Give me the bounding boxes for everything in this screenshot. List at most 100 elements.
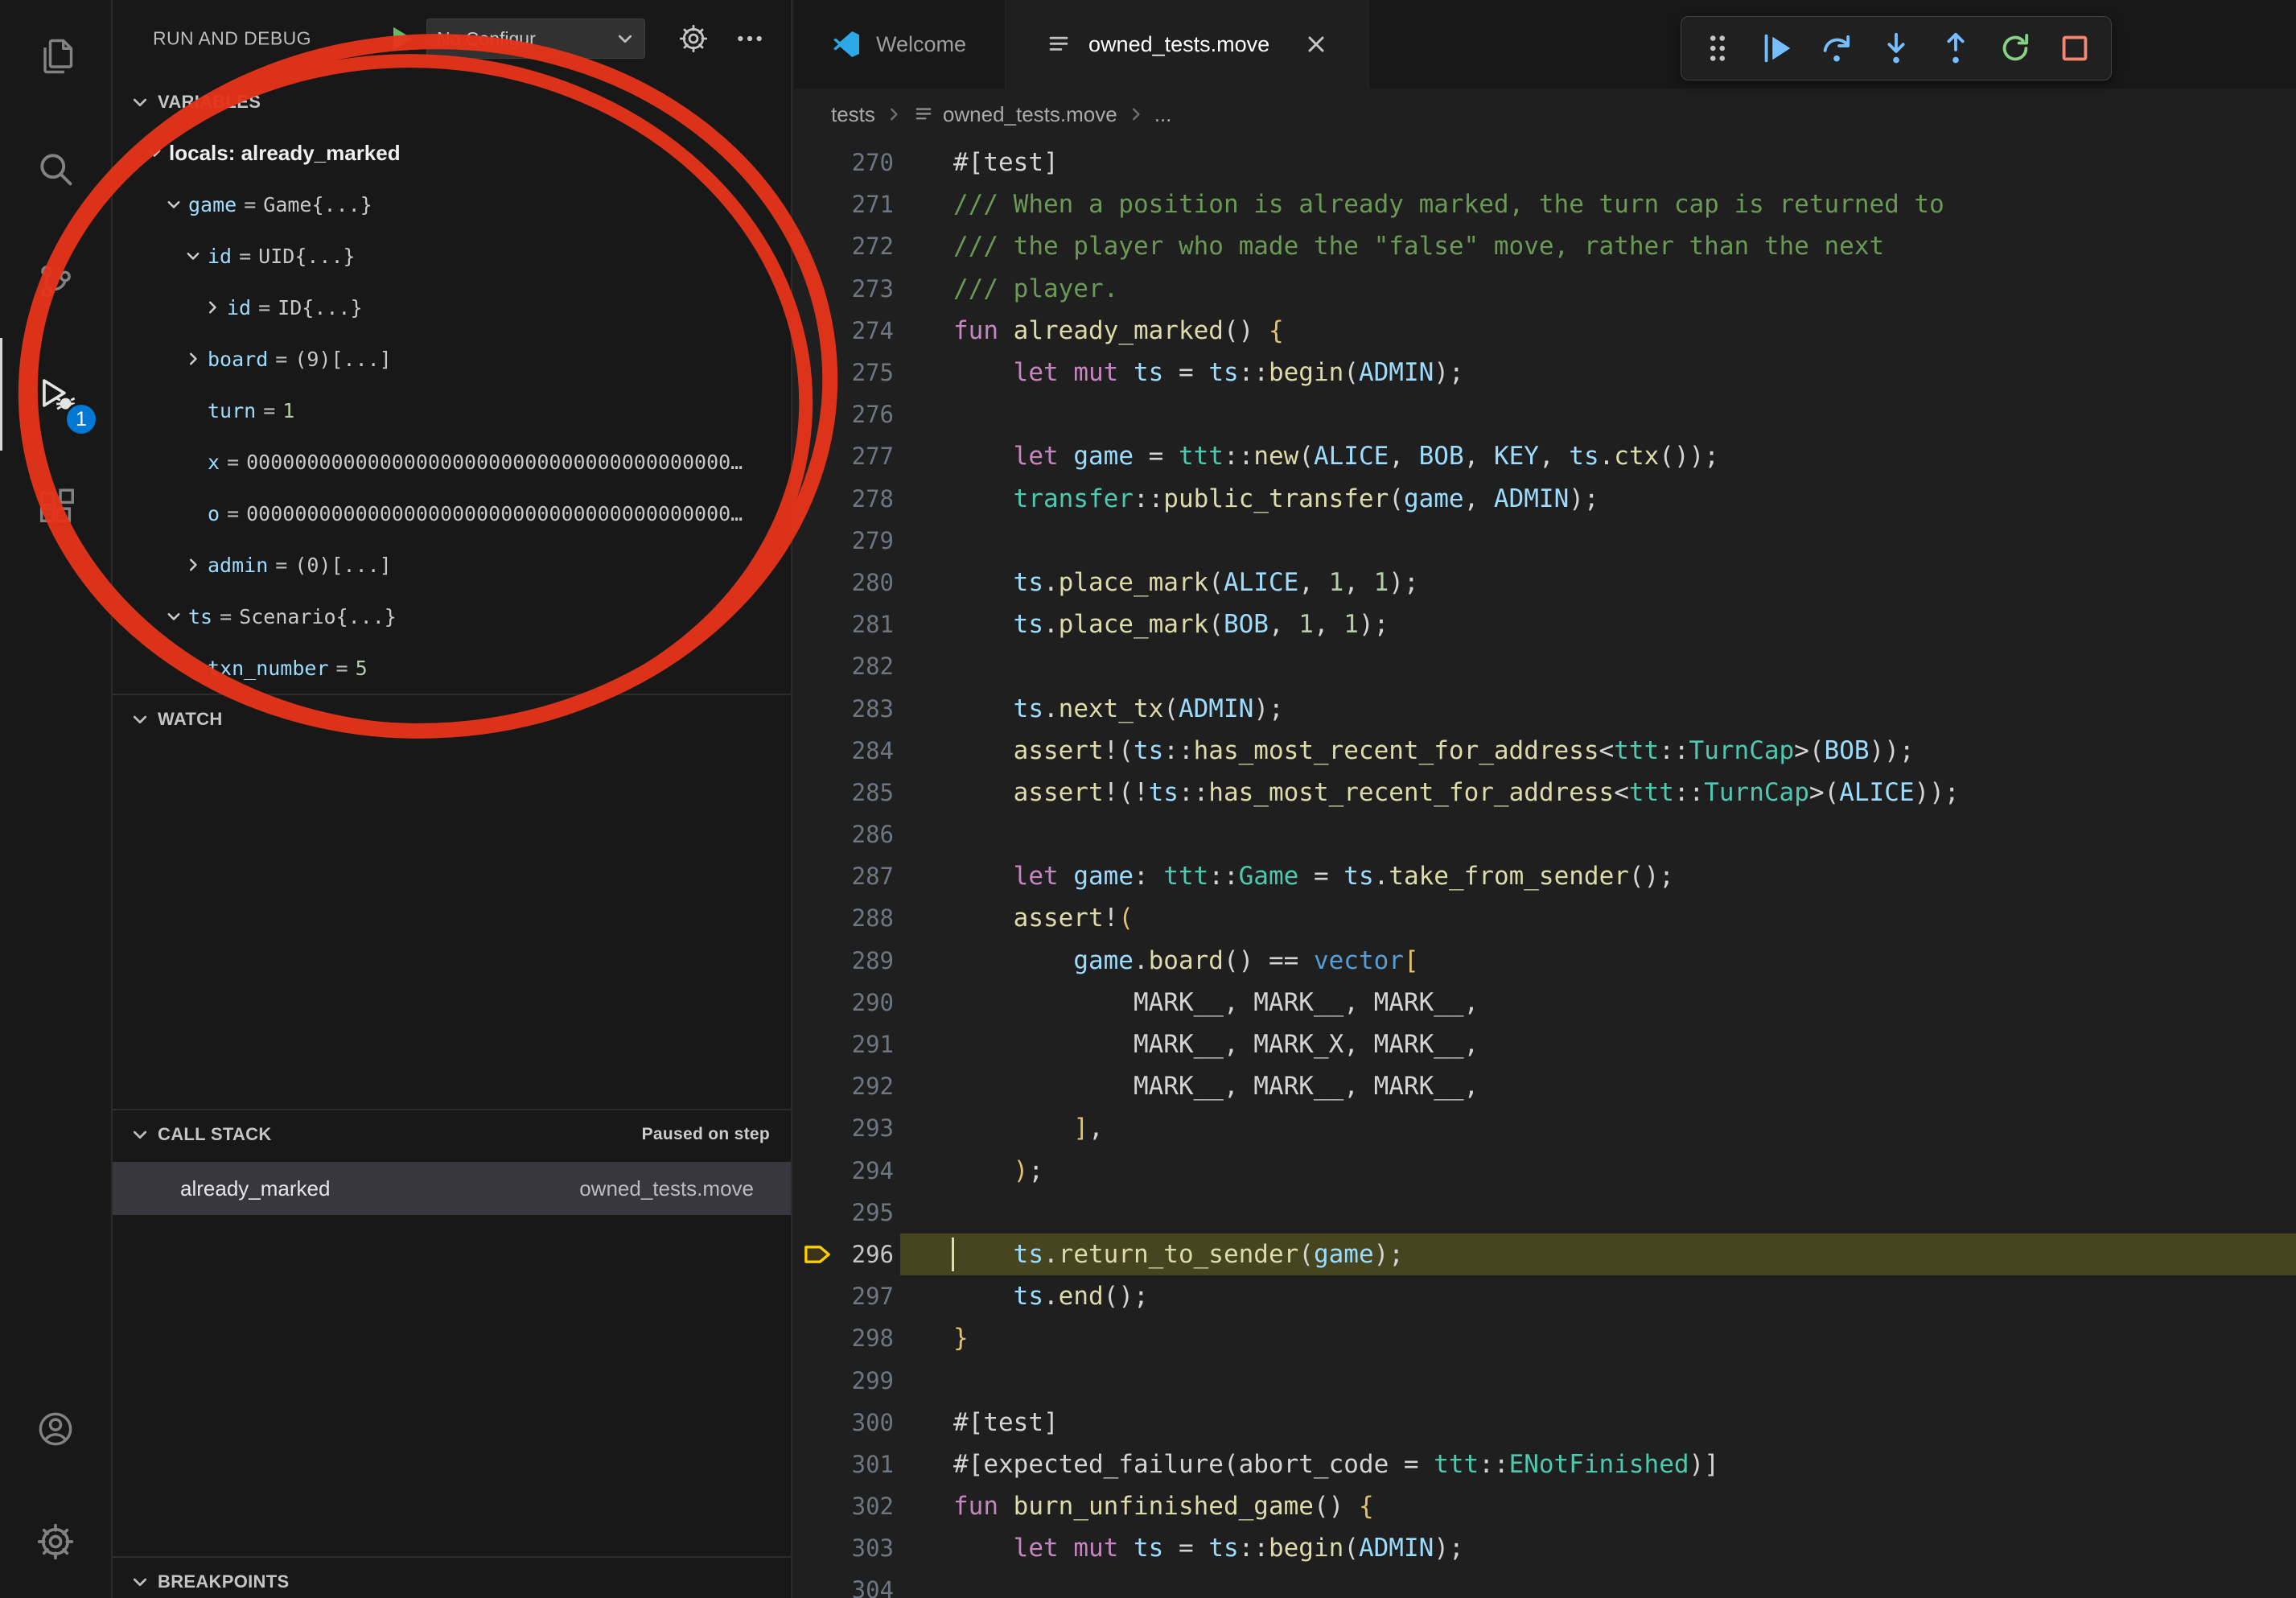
variable-scope[interactable]: locals: already_marked (113, 127, 791, 179)
code-line-273[interactable]: 273/// player. (794, 268, 2296, 310)
breadcrumb-item[interactable]: ... (1154, 102, 1172, 127)
more-actions-icon[interactable] (734, 23, 766, 55)
breadcrumb-item[interactable]: owned_tests.move (912, 102, 1117, 127)
line-number[interactable]: 270 (841, 149, 894, 176)
line-number[interactable]: 282 (841, 653, 894, 680)
activity-bar-item-explorer[interactable] (0, 0, 111, 113)
code-line-288[interactable]: 288 assert!( (794, 897, 2296, 939)
line-number[interactable]: 304 (841, 1576, 894, 1598)
stop-button[interactable] (2048, 22, 2101, 75)
step-over-button[interactable] (1810, 22, 1863, 75)
tab-owned-tests-move[interactable]: owned_tests.move (1006, 0, 1369, 89)
variable-x[interactable]: x=00000000000000000000000000000000000000… (113, 436, 791, 488)
variable-game[interactable]: game=Game{...} (113, 179, 791, 230)
code-line-284[interactable]: 284 assert!(ts::has_most_recent_for_addr… (794, 730, 2296, 772)
variable-o[interactable]: o=00000000000000000000000000000000000000… (113, 488, 791, 539)
code-line-293[interactable]: 293 ], (794, 1107, 2296, 1149)
line-number[interactable]: 284 (841, 737, 894, 764)
line-number[interactable]: 275 (841, 359, 894, 386)
continue-button[interactable] (1751, 22, 1804, 75)
line-number[interactable]: 281 (841, 611, 894, 638)
activity-bar-item-source-control[interactable] (0, 225, 111, 338)
code-line-292[interactable]: 292 MARK__, MARK__, MARK__, (794, 1065, 2296, 1107)
line-number[interactable]: 297 (841, 1283, 894, 1310)
line-number[interactable]: 280 (841, 569, 894, 596)
line-number[interactable]: 278 (841, 485, 894, 513)
line-number[interactable]: 289 (841, 947, 894, 974)
variable-id[interactable]: id=ID{...} (113, 282, 791, 333)
code-line-299[interactable]: 299 (794, 1359, 2296, 1401)
close-icon[interactable] (1303, 31, 1329, 57)
line-number[interactable]: 288 (841, 904, 894, 932)
line-number[interactable]: 295 (841, 1199, 894, 1226)
line-number[interactable]: 279 (841, 527, 894, 554)
line-number[interactable]: 287 (841, 863, 894, 890)
line-number[interactable]: 301 (841, 1451, 894, 1478)
variable-txn_number[interactable]: txn_number=5 (113, 642, 791, 694)
variable-admin[interactable]: admin=(0)[...] (113, 539, 791, 591)
code-line-302[interactable]: 302fun burn_unfinished_game() { (794, 1485, 2296, 1527)
code-line-300[interactable]: 300#[test] (794, 1402, 2296, 1444)
chevron-down-icon[interactable] (159, 196, 188, 213)
variable-board[interactable]: board=(9)[...] (113, 333, 791, 385)
line-number[interactable]: 271 (841, 191, 894, 218)
line-number[interactable]: 299 (841, 1367, 894, 1394)
code-line-303[interactable]: 303 let mut ts = ts::begin(ADMIN); (794, 1527, 2296, 1569)
code-line-276[interactable]: 276 (794, 393, 2296, 435)
line-number[interactable]: 272 (841, 233, 894, 260)
code-line-271[interactable]: 271/// When a position is already marked… (794, 183, 2296, 225)
line-number[interactable]: 283 (841, 695, 894, 723)
code-line-296[interactable]: 296 ts.return_to_sender(game); (794, 1234, 2296, 1275)
activity-bar-item-extensions[interactable] (0, 451, 111, 563)
gear-icon[interactable] (677, 23, 710, 55)
code-line-289[interactable]: 289 game.board() == vector[ (794, 940, 2296, 982)
code-line-281[interactable]: 281 ts.place_mark(BOB, 1, 1); (794, 603, 2296, 645)
code-line-282[interactable]: 282 (794, 645, 2296, 687)
line-number[interactable]: 302 (841, 1493, 894, 1520)
restart-button[interactable] (1989, 22, 2042, 75)
chevron-down-icon[interactable] (140, 144, 169, 162)
breadcrumb-item[interactable]: tests (831, 102, 875, 127)
line-number[interactable]: 296 (841, 1241, 894, 1268)
code-line-287[interactable]: 287 let game: ttt::Game = ts.take_from_s… (794, 855, 2296, 897)
call-stack-section-header[interactable]: CALL STACK Paused on step (113, 1109, 791, 1159)
line-number[interactable]: 298 (841, 1324, 894, 1352)
activity-bar-item-accounts[interactable] (0, 1373, 111, 1485)
line-number[interactable]: 276 (841, 401, 894, 428)
line-number[interactable]: 290 (841, 989, 894, 1016)
code-line-285[interactable]: 285 assert!(!ts::has_most_recent_for_add… (794, 772, 2296, 813)
code-line-298[interactable]: 298} (794, 1317, 2296, 1359)
line-number[interactable]: 277 (841, 443, 894, 470)
code-line-283[interactable]: 283 ts.next_tx(ADMIN); (794, 687, 2296, 729)
line-number[interactable]: 293 (841, 1114, 894, 1142)
code-line-291[interactable]: 291 MARK__, MARK_X, MARK__, (794, 1023, 2296, 1065)
chevron-down-icon[interactable] (179, 247, 208, 265)
code-line-301[interactable]: 301#[expected_failure(abort_code = ttt::… (794, 1444, 2296, 1485)
chevron-down-icon[interactable] (159, 607, 188, 625)
variables-section-header[interactable]: VARIABLES (113, 77, 791, 127)
activity-bar-item-run-and-debug[interactable]: 1 (0, 338, 111, 451)
activity-bar-item-search[interactable] (0, 113, 111, 225)
stack-frame[interactable]: already_markedowned_tests.move (113, 1162, 791, 1215)
line-number[interactable]: 285 (841, 779, 894, 806)
code-line-270[interactable]: 270#[test] (794, 142, 2296, 183)
code-line-274[interactable]: 274fun already_marked() { (794, 310, 2296, 352)
chevron-right-icon[interactable] (198, 299, 227, 316)
code-line-278[interactable]: 278 transfer::public_transfer(game, ADMI… (794, 478, 2296, 520)
code-line-275[interactable]: 275 let mut ts = ts::begin(ADMIN); (794, 352, 2296, 393)
line-number[interactable]: 300 (841, 1409, 894, 1436)
chevron-right-icon[interactable] (179, 556, 208, 574)
code-line-272[interactable]: 272/// the player who made the "false" m… (794, 225, 2296, 267)
variable-turn[interactable]: turn=1 (113, 385, 791, 436)
activity-bar-item-settings[interactable] (0, 1485, 111, 1598)
start-debugging-button[interactable] (385, 21, 420, 56)
code-line-277[interactable]: 277 let game = ttt::new(ALICE, BOB, KEY,… (794, 435, 2296, 477)
code-line-286[interactable]: 286 (794, 813, 2296, 855)
code-line-304[interactable]: 304 (794, 1569, 2296, 1598)
line-number[interactable]: 294 (841, 1157, 894, 1184)
line-number[interactable]: 274 (841, 317, 894, 344)
code-line-295[interactable]: 295 (794, 1192, 2296, 1234)
variable-id[interactable]: id=UID{...} (113, 230, 791, 282)
breakpoints-section-header[interactable]: BREAKPOINTS (113, 1556, 791, 1598)
line-number[interactable]: 291 (841, 1031, 894, 1058)
